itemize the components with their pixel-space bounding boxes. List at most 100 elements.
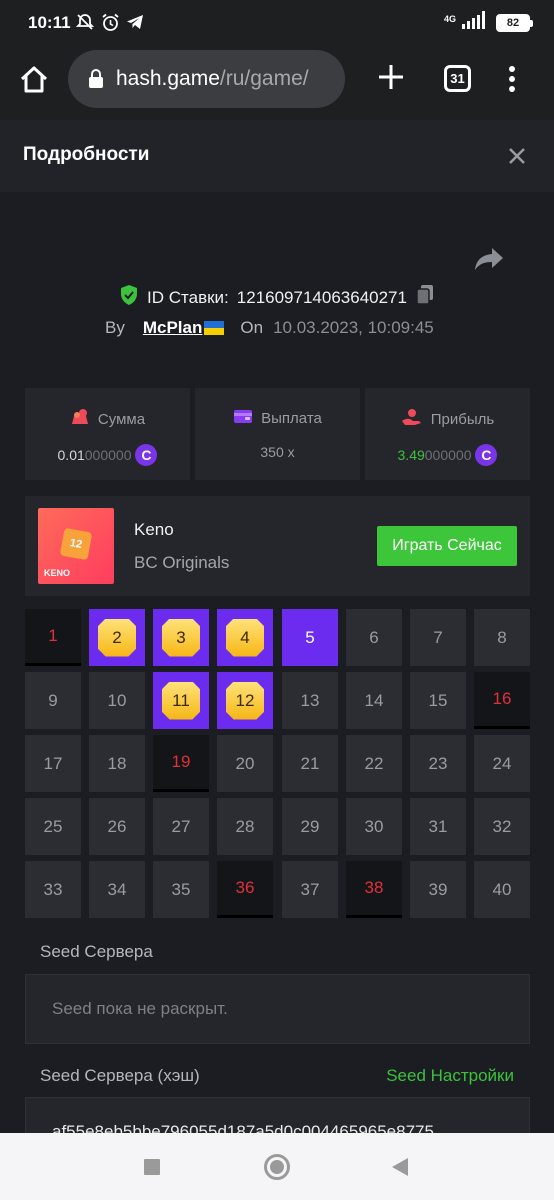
battery-indicator: 82 — [496, 13, 533, 32]
server-seed-value: Seed пока не раскрыт. — [52, 999, 228, 1018]
keno-cell: 15 — [410, 672, 466, 729]
keno-cell: 28 — [217, 798, 273, 855]
bet-stats: Сумма 0.01000000 C Выплата 350 x Прибыль… — [25, 388, 530, 480]
bet-author-line: By McPlan On 10.03.2023, 10:09:45 — [105, 318, 434, 338]
stat-payout-value: 350 x — [260, 444, 295, 460]
more-menu-icon[interactable] — [505, 64, 519, 94]
tab-switcher-button[interactable]: 31 — [444, 65, 471, 92]
keno-cell: 14 — [346, 672, 402, 729]
stat-payout: Выплата 350 x — [195, 388, 360, 480]
telegram-icon — [125, 12, 145, 32]
browser-toolbar: hash.game/ru/game/ 31 — [0, 46, 554, 120]
keno-cell: 4 — [217, 609, 273, 666]
coin-icon: C — [135, 444, 158, 466]
keno-cell: 35 — [153, 861, 209, 918]
stat-profit-zeros: 000000 — [424, 447, 472, 463]
keno-cell: 24 — [474, 735, 530, 792]
keno-cell: 10 — [89, 672, 145, 729]
stat-amount-label: Сумма — [97, 410, 146, 428]
coin-icon: C — [475, 444, 498, 466]
keno-cell: 39 — [410, 861, 466, 918]
back-icon[interactable] — [392, 1158, 408, 1176]
bet-id-value: 121609714063640271 — [236, 287, 407, 307]
thumbnail-label: KENO — [44, 568, 71, 578]
keno-cell: 33 — [25, 861, 81, 918]
keno-cell: 5 — [282, 609, 338, 666]
keno-cell: 17 — [25, 735, 81, 792]
wallet-icon — [233, 408, 253, 428]
status-time: 10:11 — [28, 13, 71, 32]
keno-cell: 38 — [346, 861, 402, 918]
profit-hand-icon — [401, 408, 423, 430]
seed-settings-link[interactable]: Seed Настройки — [386, 1066, 514, 1086]
stat-profit: Прибыль 3.49000000 C — [365, 388, 530, 480]
server-seed-hash-label: Seed Сервера (хэш) — [40, 1066, 200, 1085]
home-icon[interactable] — [18, 64, 50, 96]
keno-cell: 21 — [282, 735, 338, 792]
url-path: /ru/game/ — [219, 67, 309, 90]
play-now-button[interactable]: Играть Сейчас — [377, 526, 517, 566]
alarm-icon — [100, 12, 120, 32]
keno-cell: 18 — [89, 735, 145, 792]
url-text: hash.game/ru/game/ — [116, 67, 309, 91]
on-label: On — [240, 318, 264, 337]
by-label: By — [105, 318, 125, 337]
stat-profit-value: 3.49 — [397, 447, 425, 463]
copy-icon[interactable] — [415, 284, 435, 311]
keno-cell: 36 — [217, 861, 273, 918]
keno-cell: 20 — [217, 735, 273, 792]
keno-cell: 31 — [410, 798, 466, 855]
new-tab-icon[interactable] — [376, 62, 406, 92]
keno-cell: 1 — [25, 609, 81, 666]
lock-icon — [88, 69, 104, 89]
page-title: Подробности — [23, 144, 150, 165]
url-host: hash.game — [116, 67, 220, 90]
gem-icon: 4 — [226, 618, 264, 657]
money-bag-icon — [70, 408, 90, 430]
keno-cell: 16 — [474, 672, 530, 729]
game-card: 12 KENO Keno BC Originals Играть Сейчас — [25, 496, 530, 596]
keno-cell: 3 — [153, 609, 209, 666]
keno-cell: 40 — [474, 861, 530, 918]
keno-cell: 12 — [217, 672, 273, 729]
status-bar: 10:11 4G 82 — [0, 0, 554, 46]
keno-cell: 27 — [153, 798, 209, 855]
signal-icon — [462, 11, 490, 34]
system-nav-bar — [0, 1133, 554, 1200]
keno-cell: 8 — [474, 609, 530, 666]
mute-icon — [75, 12, 95, 32]
keno-cell: 25 — [25, 798, 81, 855]
bet-id-label: ID Ставки: — [147, 287, 229, 307]
user-link[interactable]: McPlan — [143, 318, 203, 338]
game-provider: BC Originals — [134, 553, 230, 572]
close-icon[interactable] — [506, 145, 528, 167]
keno-cell: 19 — [153, 735, 209, 792]
keno-cell: 13 — [282, 672, 338, 729]
gem-icon: 11 — [162, 681, 200, 720]
keno-cell: 29 — [282, 798, 338, 855]
stat-amount: Сумма 0.01000000 C — [25, 388, 190, 480]
bet-id-line: ID Ставки: 121609714063640271 — [0, 284, 554, 311]
share-icon[interactable] — [474, 246, 504, 272]
stat-amount-value: 0.01 — [57, 447, 85, 463]
stat-payout-label: Выплата — [261, 409, 322, 427]
keno-cell: 23 — [410, 735, 466, 792]
network-type: 4G — [443, 13, 456, 24]
bet-date: 10.03.2023, 10:09:45 — [273, 318, 434, 337]
game-thumbnail[interactable]: 12 KENO — [38, 508, 114, 584]
address-bar[interactable]: hash.game/ru/game/ — [68, 50, 345, 108]
keno-cell: 30 — [346, 798, 402, 855]
keno-cell: 26 — [89, 798, 145, 855]
details-header: Подробности — [0, 120, 554, 192]
keno-cell: 9 — [25, 672, 81, 729]
server-seed-label: Seed Сервера — [40, 942, 153, 961]
keno-cell: 32 — [474, 798, 530, 855]
recents-icon[interactable] — [144, 1159, 160, 1175]
keno-cell: 6 — [346, 609, 402, 666]
stat-profit-label: Прибыль — [430, 410, 495, 428]
home-nav-icon[interactable] — [264, 1154, 290, 1180]
gem-icon: 12 — [226, 681, 264, 720]
flag-icon — [204, 321, 225, 335]
server-seed-field: Seed пока не раскрыт. — [25, 974, 530, 1044]
stat-amount-zeros: 000000 — [84, 447, 132, 463]
